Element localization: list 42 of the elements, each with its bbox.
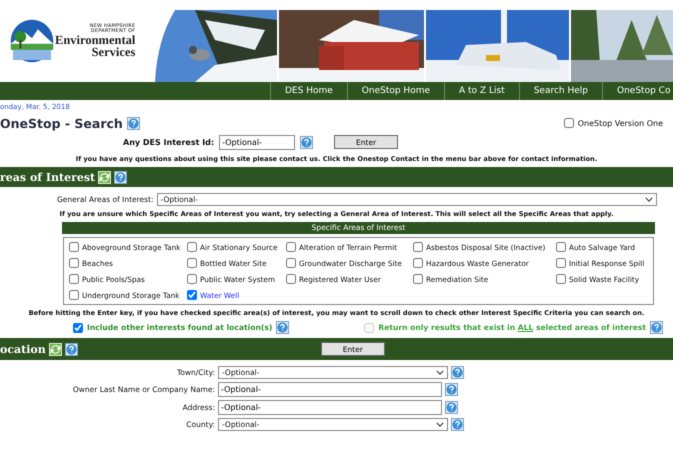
- area-checkbox[interactable]: [413, 274, 423, 284]
- nav-link[interactable]: DES Home: [270, 82, 347, 100]
- page-title: OneStop - Search: [0, 116, 123, 130]
- area-checkbox[interactable]: [556, 242, 566, 252]
- area-checkbox[interactable]: [413, 242, 423, 252]
- help-icon[interactable]: [64, 342, 78, 356]
- area-checkbox[interactable]: [69, 242, 79, 252]
- area-checkbox[interactable]: [69, 274, 79, 284]
- section-title: reas of Interest: [0, 170, 96, 184]
- version-checkbox[interactable]: [564, 118, 574, 128]
- section-title: ocation: [0, 342, 46, 356]
- area-checkbox[interactable]: [286, 258, 296, 268]
- logo-emblem-icon: [10, 19, 54, 63]
- area-checkbox[interactable]: [556, 274, 566, 284]
- refresh-icon[interactable]: [48, 342, 62, 356]
- logo-title: Environmental: [55, 34, 136, 46]
- area-checkbox[interactable]: [187, 290, 197, 300]
- area-checkbox[interactable]: [286, 274, 296, 284]
- chevron-down-icon: [645, 197, 653, 202]
- area-checkbox[interactable]: [187, 258, 197, 268]
- option-checkbox[interactable]: [73, 322, 83, 332]
- area-checkbox[interactable]: [413, 258, 423, 268]
- help-icon[interactable]: [114, 170, 128, 184]
- interest-id-label: Any DES Interest Id:: [123, 138, 214, 146]
- area-checkbox[interactable]: [187, 242, 197, 252]
- interest-id-field[interactable]: -Optional-: [219, 134, 296, 150]
- area-checkbox[interactable]: [69, 258, 79, 268]
- area-checkbox[interactable]: [286, 242, 296, 252]
- version-label: OneStop Version One: [578, 118, 663, 128]
- area-checkbox[interactable]: [556, 258, 566, 268]
- nav-link[interactable]: OneStop Co: [602, 82, 673, 100]
- area-checkbox[interactable]: [187, 274, 197, 284]
- area-checkbox[interactable]: [69, 290, 79, 300]
- nav-link[interactable]: A to Z List: [444, 82, 519, 100]
- nav-link[interactable]: OneStop Home: [346, 82, 444, 100]
- chevron-down-icon: [436, 370, 444, 375]
- logo-title: Services: [92, 46, 136, 58]
- chevron-down-icon: [436, 422, 444, 427]
- nav-link[interactable]: Search Help: [518, 82, 602, 100]
- refresh-icon[interactable]: [98, 170, 112, 184]
- text-field[interactable]: -Optional-: [218, 382, 442, 397]
- text-field[interactable]: -Optional-: [218, 400, 442, 415]
